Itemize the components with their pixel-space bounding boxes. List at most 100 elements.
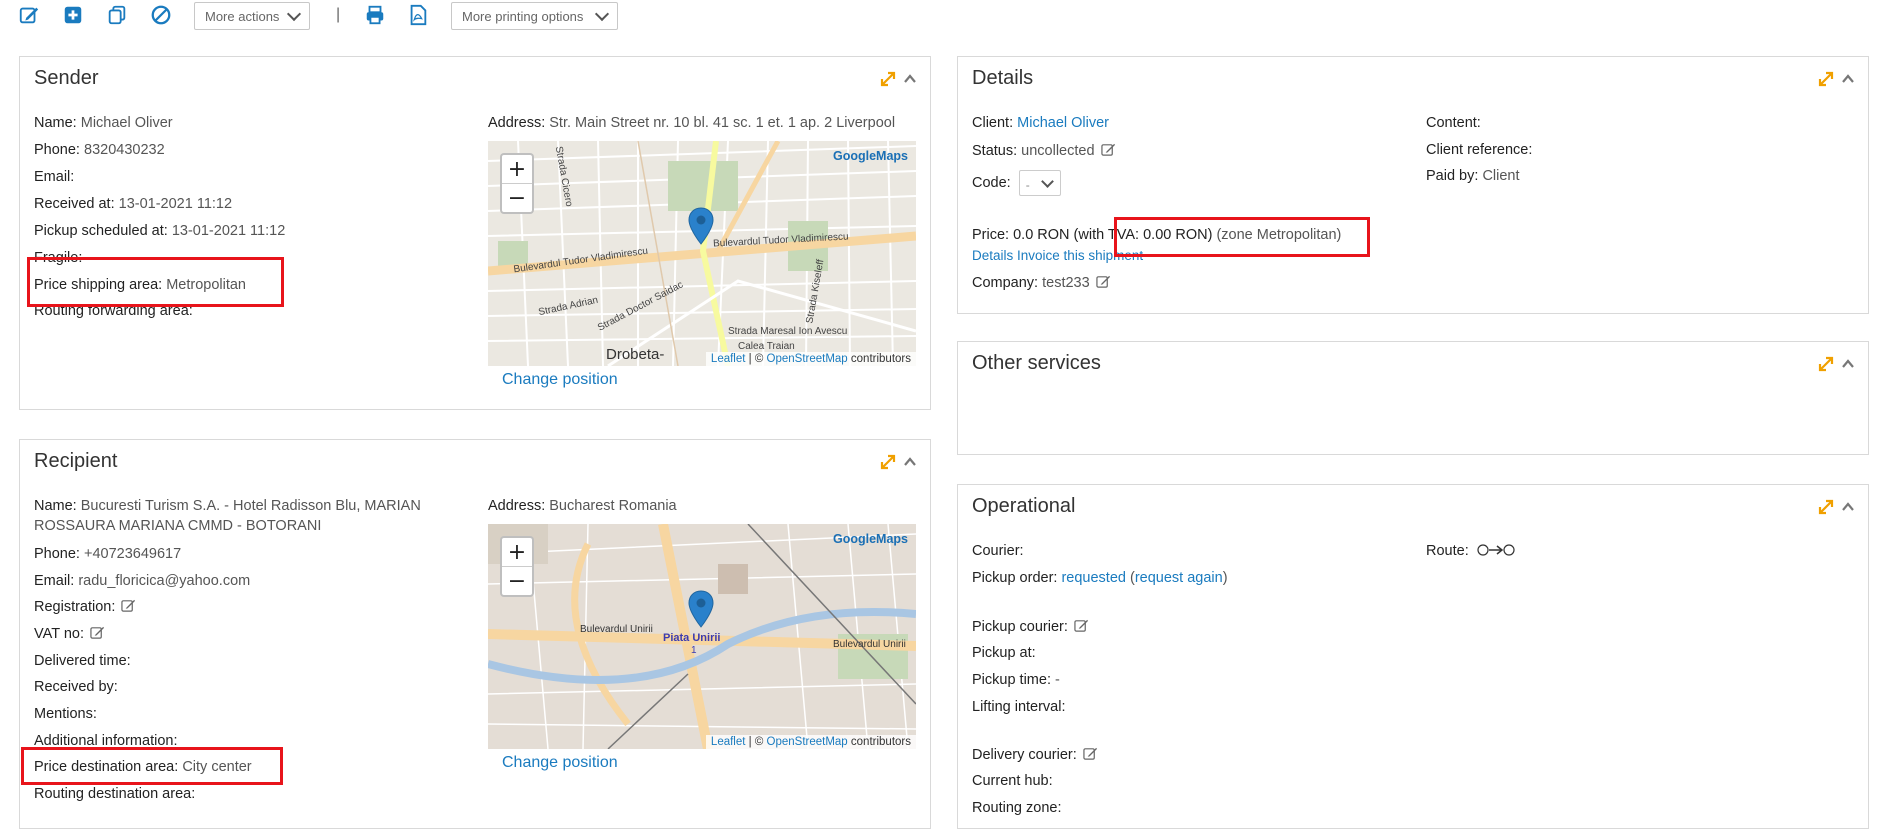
cancel-icon[interactable] (148, 2, 174, 28)
expand-icon[interactable] (880, 71, 896, 87)
map-street-label: Bulevardul Unirii (833, 639, 906, 650)
attribution-separator: | © (748, 353, 764, 365)
recipient-vat-field: VAT no: (34, 624, 105, 644)
chevron-up-icon[interactable] (902, 71, 918, 87)
pickup-time-value: - (1055, 672, 1060, 688)
leaflet-link[interactable]: Leaflet (711, 736, 746, 748)
recipient-phone-label: Phone: (34, 546, 80, 562)
code-select-value: - (1025, 178, 1030, 192)
edit-icon[interactable] (16, 2, 42, 28)
edit-icon[interactable] (90, 625, 105, 640)
copy-icon[interactable] (104, 2, 130, 28)
sender-name-field: Name: Michael Oliver (34, 113, 173, 133)
details-client-field: Client: Michael Oliver (972, 113, 1109, 133)
other-services-title: Other services (972, 352, 1101, 374)
googlemaps-link[interactable]: GoogleMaps (833, 532, 908, 546)
osm-link[interactable]: OpenStreetMap (767, 736, 848, 748)
code-label: Code: (972, 174, 1011, 191)
chevron-up-icon[interactable] (1840, 71, 1856, 87)
recipient-name-line1: Bucuresti Turism S.A. - Hotel Radisson B… (80, 498, 421, 514)
route-field: Route: (1426, 541, 1515, 561)
leaflet-link[interactable]: Leaflet (711, 353, 746, 365)
osm-link[interactable]: OpenStreetMap (767, 353, 848, 365)
edit-icon[interactable] (121, 598, 136, 613)
status-value: uncollected (1021, 143, 1095, 159)
pdf-icon[interactable] (405, 2, 431, 28)
expand-icon[interactable] (1818, 356, 1834, 372)
map-zoom-control: + − (500, 536, 534, 597)
recipient-address: Bucharest Romania (549, 498, 677, 514)
zoom-out-button[interactable]: − (502, 567, 532, 595)
change-position-link[interactable]: Change position (502, 371, 618, 389)
recipient-email-label: Email: (34, 573, 75, 589)
sender-email-field: Email: (34, 167, 74, 187)
add-icon[interactable] (60, 2, 86, 28)
current-hub-field: Current hub: (972, 771, 1053, 791)
attribution-contributors: contributors (850, 736, 911, 748)
sender-received: 13-01-2021 11:12 (118, 196, 233, 212)
more-actions-dropdown[interactable]: More actions (194, 2, 310, 30)
pickup-order-status[interactable]: requested (1061, 570, 1126, 586)
sender-address-field: Address: Str. Main Street nr. 10 bl. 41 … (488, 113, 895, 133)
other-services-panel: Other services (957, 341, 1869, 455)
pickup-time-label: Pickup time: (972, 672, 1051, 688)
map-marker-icon[interactable] (688, 590, 714, 628)
edit-icon[interactable] (1096, 274, 1111, 289)
expand-icon[interactable] (880, 454, 896, 470)
operational-panel: Operational Courier: Pickup order: reque… (957, 484, 1869, 829)
edit-icon[interactable] (1100, 142, 1116, 157)
sender-phone-field: Phone: 8320430232 (34, 140, 165, 160)
map-attribution: Leaflet | © OpenStreetMap contributors (705, 352, 916, 366)
map-marker-icon[interactable] (688, 207, 714, 245)
map-street-label: Strada Maresal Ion Avescu (728, 326, 848, 337)
pickup-courier-label: Pickup courier: (972, 619, 1068, 635)
company-label: Company: (972, 275, 1039, 291)
sender-name-label: Name: (34, 115, 77, 131)
sender-map[interactable]: Bulevardul Tudor Vladimirescu Bulevardul… (488, 141, 916, 366)
print-icon[interactable] (362, 2, 388, 28)
recipient-mentions-field: Mentions: (34, 704, 97, 724)
code-select[interactable]: - (1018, 170, 1061, 196)
pickup-at-label: Pickup at: (972, 645, 1036, 661)
request-again-link[interactable]: request again (1135, 570, 1223, 586)
googlemaps-link[interactable]: GoogleMaps (833, 149, 908, 163)
expand-icon[interactable] (1818, 499, 1834, 515)
expand-icon[interactable] (1818, 71, 1834, 87)
recipient-map[interactable]: Bulevardul Unirii Bulevardul Unirii Piat… (488, 524, 916, 749)
recipient-name-field: Name: Bucuresti Turism S.A. - Hotel Radi… (34, 496, 421, 516)
map-city-label: Drobeta- (606, 346, 665, 363)
client-link[interactable]: Michael Oliver (1017, 115, 1109, 131)
recipient-delivered-label: Delivered time: (34, 653, 131, 669)
recipient-routing-dest-label: Routing destination area: (34, 786, 196, 802)
chevron-up-icon[interactable] (1840, 356, 1856, 372)
map-street-label: Calea Traian (738, 341, 795, 352)
zoom-out-button[interactable]: − (502, 184, 532, 212)
chevron-up-icon[interactable] (1840, 499, 1856, 515)
recipient-phone-field: Phone: +40723649617 (34, 544, 181, 564)
zoom-in-button[interactable]: + (502, 538, 532, 567)
details-client-ref-field: Client reference: (1426, 140, 1532, 160)
sender-received-label: Received at: (34, 196, 115, 212)
price-label: Price: (972, 227, 1010, 243)
courier-label: Courier: (972, 543, 1024, 559)
details-link[interactable]: Details (972, 248, 1013, 263)
recipient-receivedby-field: Received by: (34, 677, 118, 697)
change-position-link[interactable]: Change position (502, 754, 618, 772)
edit-icon[interactable] (1083, 746, 1098, 761)
pickup-order-label: Pickup order: (972, 570, 1058, 586)
details-company-field: Company: test233 (972, 273, 1111, 293)
zoom-in-button[interactable]: + (502, 155, 532, 184)
chevron-up-icon[interactable] (902, 454, 918, 470)
pickup-at-field: Pickup at: (972, 643, 1036, 663)
sender-phone: 8320430232 (84, 142, 165, 158)
routing-zone-field: Routing zone: (972, 798, 1061, 818)
more-printing-dropdown[interactable]: More printing options (451, 2, 618, 30)
pickup-courier-field: Pickup courier: (972, 617, 1089, 637)
recipient-receivedby-label: Received by: (34, 679, 118, 695)
more-actions-label: More actions (205, 8, 280, 24)
pickup-order-field: Pickup order: requested (request again) (972, 570, 1228, 586)
edit-icon[interactable] (1074, 618, 1089, 633)
route-label: Route: (1426, 543, 1469, 559)
routing-zone-label: Routing zone: (972, 800, 1062, 816)
sender-title: Sender (34, 67, 99, 89)
